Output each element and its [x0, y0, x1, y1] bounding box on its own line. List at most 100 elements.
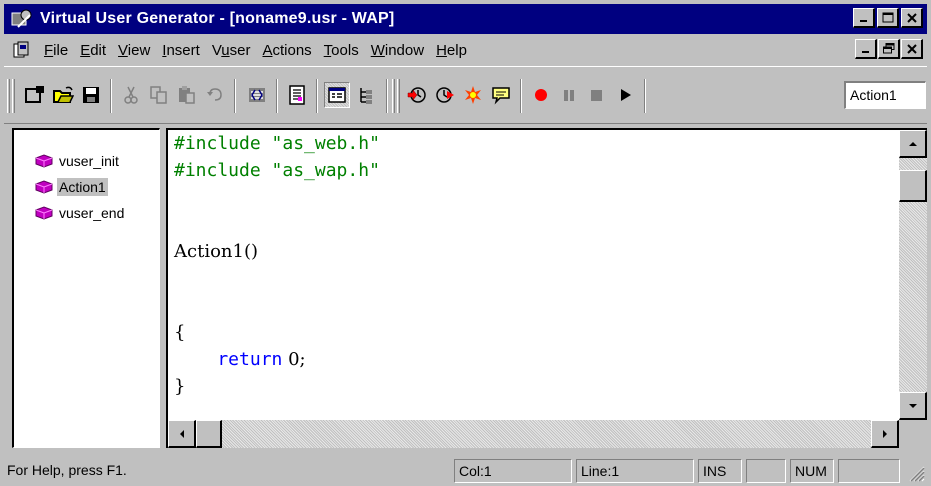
minimize-button[interactable] [853, 8, 875, 28]
menu-view[interactable]: View [112, 42, 156, 59]
scroll-left-button[interactable] [168, 420, 196, 448]
window-title: Virtual User Generator - [noname9.usr - … [40, 10, 395, 27]
menu-actions[interactable]: Actions [256, 42, 317, 59]
toolbar-grip[interactable] [7, 79, 10, 113]
copy-button[interactable] [146, 82, 172, 108]
tree-item-vuser-init[interactable]: vuser_init [34, 150, 121, 172]
action-cube-icon [35, 154, 53, 168]
tree-item-label: vuser_end [59, 205, 125, 221]
pause-icon [564, 90, 574, 101]
run-step-icon [407, 87, 426, 103]
status-bar: For Help, press F1. Col:1 Line:1 INS NUM [4, 456, 927, 484]
menu-tools[interactable]: Tools [318, 42, 365, 59]
menu-edit[interactable]: Edit [74, 42, 112, 59]
open-button[interactable] [50, 82, 76, 108]
save-icon [83, 87, 99, 103]
comment-button[interactable] [488, 82, 514, 108]
status-caps [746, 459, 786, 483]
paste-button[interactable] [174, 82, 200, 108]
doc-minimize-button[interactable] [855, 39, 877, 59]
doc-restore-button[interactable] [878, 39, 900, 59]
vertical-scrollbar[interactable] [899, 130, 927, 420]
menu-help[interactable]: Help [430, 42, 473, 59]
script-editor[interactable]: #include "as_web.h" #include "as_wap.h" … [166, 128, 927, 448]
scroll-up-button[interactable] [899, 130, 927, 158]
app-icon[interactable] [10, 7, 34, 31]
undo-button[interactable] [202, 82, 228, 108]
paste-icon [179, 86, 195, 104]
record-button[interactable] [528, 82, 554, 108]
status-help-text: For Help, press F1. [7, 462, 127, 478]
close-icon [906, 12, 917, 23]
undo-icon [207, 88, 222, 101]
tree-item-action1[interactable]: Action1 [34, 176, 108, 198]
code-line: #include "as_wap.h" [174, 160, 380, 181]
action-selector[interactable]: Action1 [844, 81, 926, 109]
new-icon [25, 86, 44, 103]
stop-icon [591, 90, 602, 101]
scroll-right-button[interactable] [871, 420, 899, 448]
stop-button[interactable] [584, 82, 610, 108]
open-icon [53, 86, 74, 103]
tree-button[interactable] [354, 82, 380, 108]
status-num-lock: NUM [790, 459, 834, 483]
horizontal-scroll-thumb[interactable] [196, 420, 222, 448]
arrow-up-icon [908, 141, 917, 146]
scroll-down-button[interactable] [899, 392, 927, 420]
run-button[interactable] [612, 82, 638, 108]
toolbar-grip[interactable] [12, 79, 15, 113]
cut-button[interactable] [118, 82, 144, 108]
breakpoint-icon [465, 86, 481, 104]
document-menu-icon[interactable] [12, 40, 32, 60]
vertical-scroll-thumb[interactable] [899, 170, 927, 202]
tree-item-label: Action1 [57, 178, 108, 196]
tree-item-vuser-end[interactable]: vuser_end [34, 202, 126, 224]
arrow-right-icon [882, 429, 887, 438]
new-button[interactable] [22, 82, 48, 108]
pause-button[interactable] [556, 82, 582, 108]
action-cube-icon [35, 180, 53, 194]
resize-grip-icon[interactable] [907, 464, 925, 482]
run-to-cursor-button[interactable] [432, 82, 458, 108]
menu-bar: File Edit View Insert Vuser Actions Tool… [4, 36, 927, 64]
tree-icon [360, 88, 372, 104]
arrow-left-icon [179, 429, 184, 438]
close-button[interactable] [901, 8, 923, 28]
title-bar[interactable]: Virtual User Generator - [noname9.usr - … [4, 4, 927, 34]
code-line: Action1() [174, 241, 258, 262]
code-area[interactable]: #include "as_web.h" #include "as_wap.h" … [168, 130, 899, 420]
toolbar: Action1 [4, 66, 927, 124]
maximize-button[interactable] [877, 8, 899, 28]
toolbar-grip[interactable] [397, 79, 400, 113]
doc-close-button[interactable] [901, 39, 923, 59]
code-line: #include "as_web.h" [174, 133, 380, 154]
copy-icon [150, 86, 167, 104]
status-line: Line:1 [576, 459, 694, 483]
save-button[interactable] [78, 82, 104, 108]
script-view-icon [289, 85, 305, 105]
record-icon [535, 89, 547, 101]
compile-button[interactable] [244, 82, 270, 108]
tree-view-button[interactable] [324, 82, 350, 108]
cut-icon [124, 86, 138, 104]
run-step-button[interactable] [404, 82, 430, 108]
arrow-down-icon [908, 403, 917, 408]
status-insert-mode: INS [698, 459, 742, 483]
horizontal-scrollbar[interactable] [168, 420, 899, 448]
action-tree[interactable]: vuser_init Action1 vuser_end [12, 128, 160, 448]
run-icon [621, 89, 631, 101]
toolbar-grip[interactable] [392, 79, 395, 113]
maximize-icon [882, 12, 893, 23]
menu-insert[interactable]: Insert [156, 42, 206, 59]
menu-file[interactable]: File [38, 42, 74, 59]
compile-icon [249, 88, 265, 102]
menu-window[interactable]: Window [365, 42, 430, 59]
minimize-icon [859, 19, 867, 22]
code-line: } [174, 376, 186, 397]
menu-vuser[interactable]: Vuser [206, 42, 257, 59]
tree-view-icon [328, 87, 346, 103]
script-view-button[interactable] [284, 82, 310, 108]
status-column: Col:1 [454, 459, 572, 483]
code-line: { [174, 322, 186, 343]
breakpoint-button[interactable] [460, 82, 486, 108]
